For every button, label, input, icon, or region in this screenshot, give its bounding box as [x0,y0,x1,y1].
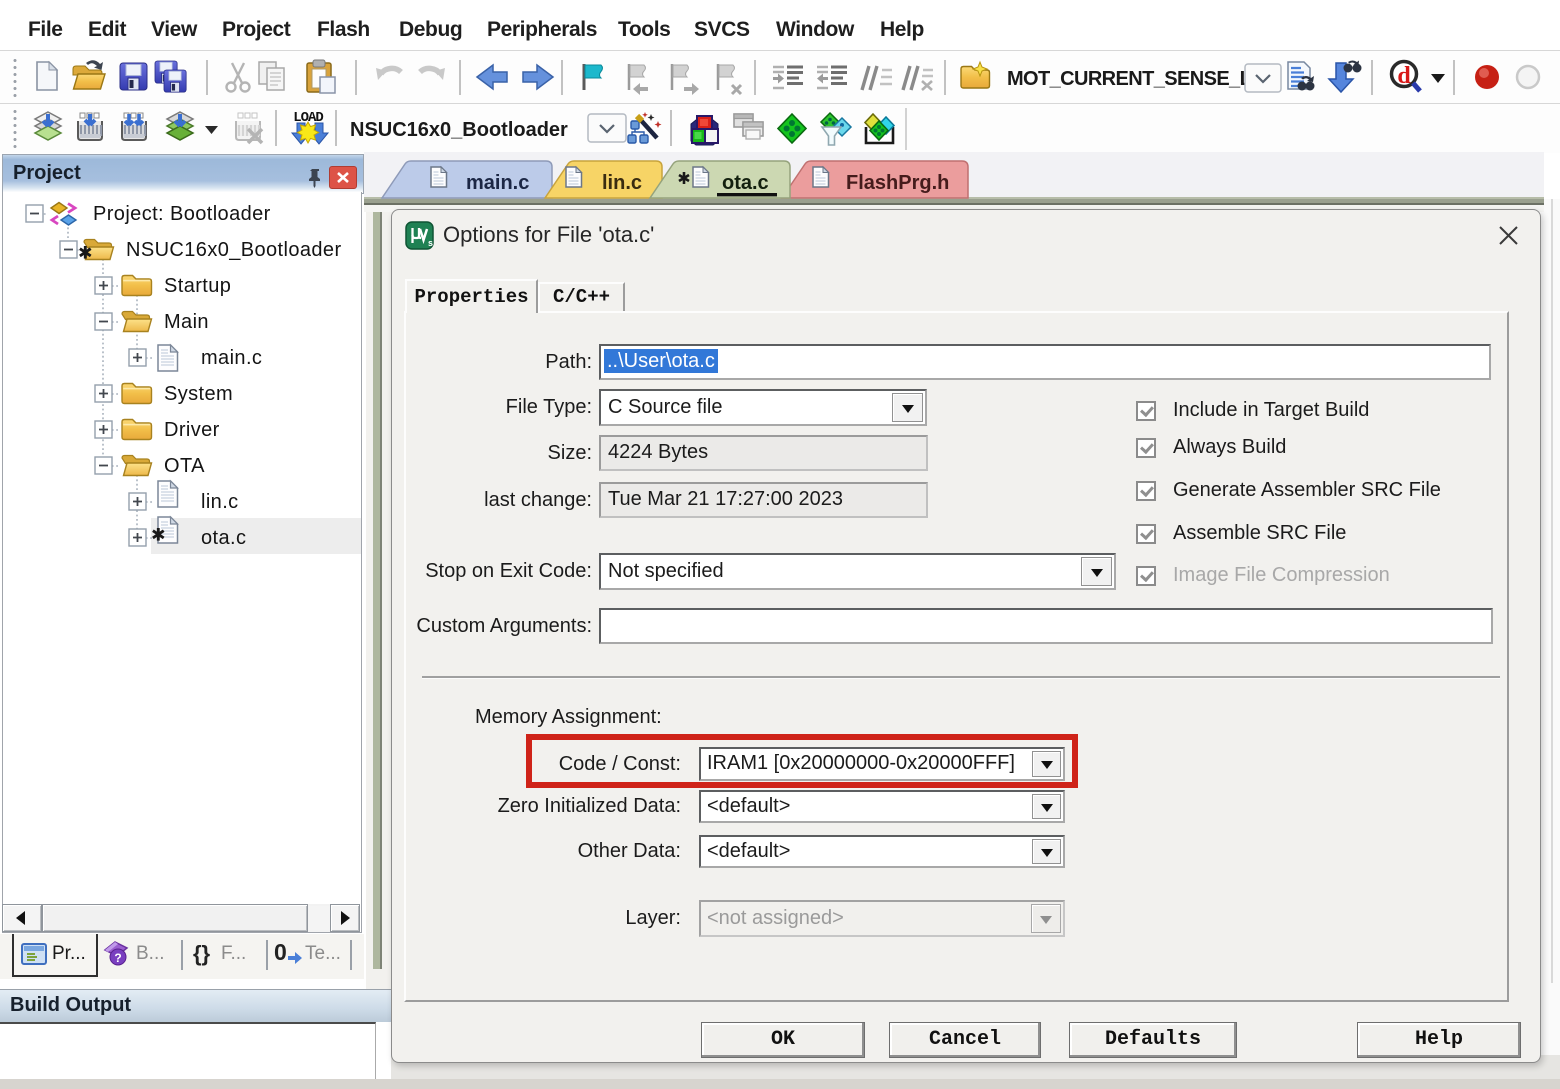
svg-text:?: ? [114,951,121,965]
svg-text:s: s [428,238,433,248]
svg-text:MOT_CURRENT_SENSE_L: MOT_CURRENT_SENSE_L [1007,68,1252,90]
svg-text:NSUC16x0_Bootloader: NSUC16x0_Bootloader [350,119,568,141]
svg-text:d: d [1397,63,1411,89]
svg-text:FlashPrg.h: FlashPrg.h [846,172,949,194]
svg-text:ota.c: ota.c [722,172,769,194]
svg-text:main.c: main.c [466,172,529,194]
svg-text:lin.c: lin.c [602,172,642,194]
